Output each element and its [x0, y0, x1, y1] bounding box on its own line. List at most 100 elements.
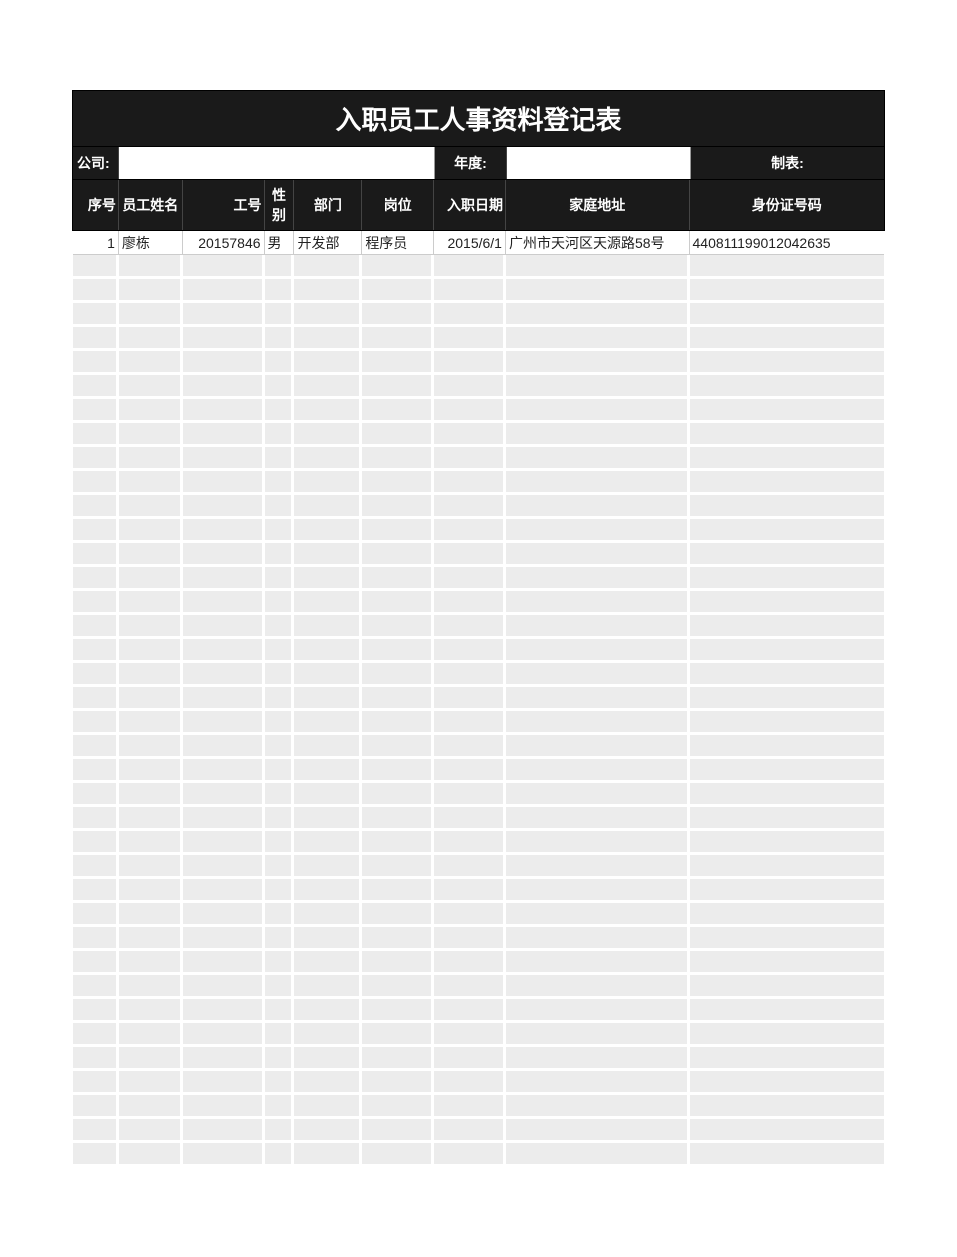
cell-gender[interactable] — [265, 1023, 295, 1047]
cell-dept[interactable] — [294, 591, 362, 615]
table-row[interactable] — [72, 1119, 885, 1143]
cell-seq[interactable] — [73, 711, 119, 735]
cell-seq[interactable] — [73, 615, 119, 639]
cell-gender[interactable] — [265, 1119, 295, 1143]
cell-pos[interactable] — [362, 543, 434, 567]
cell-empno[interactable] — [183, 1095, 265, 1119]
cell-pos[interactable] — [362, 1023, 434, 1047]
cell-seq[interactable] — [73, 279, 119, 303]
cell-name[interactable] — [119, 1095, 183, 1119]
cell-id[interactable] — [690, 399, 884, 423]
cell-id[interactable] — [690, 519, 884, 543]
cell-name[interactable] — [119, 447, 183, 471]
cell-date[interactable] — [434, 495, 506, 519]
cell-name[interactable] — [119, 279, 183, 303]
cell-pos[interactable] — [362, 399, 434, 423]
cell-gender[interactable] — [265, 495, 295, 519]
cell-pos[interactable] — [362, 303, 434, 327]
cell-dept[interactable] — [294, 1071, 362, 1095]
cell-empno[interactable] — [183, 735, 265, 759]
cell-date[interactable] — [434, 783, 506, 807]
cell-addr[interactable] — [506, 1119, 690, 1143]
cell-dept[interactable] — [294, 951, 362, 975]
table-row[interactable] — [72, 927, 885, 951]
cell-seq[interactable] — [73, 495, 119, 519]
cell-addr[interactable] — [506, 831, 690, 855]
cell-id[interactable] — [690, 975, 884, 999]
cell-addr[interactable] — [506, 927, 690, 951]
cell-pos[interactable] — [362, 735, 434, 759]
year-value[interactable] — [507, 147, 691, 179]
cell-id[interactable] — [690, 903, 884, 927]
cell-addr[interactable] — [506, 1047, 690, 1071]
cell-pos[interactable] — [362, 1119, 434, 1143]
cell-empno[interactable] — [183, 831, 265, 855]
cell-pos[interactable] — [362, 1071, 434, 1095]
cell-id[interactable] — [690, 711, 884, 735]
cell-name[interactable] — [119, 567, 183, 591]
cell-seq[interactable] — [73, 879, 119, 903]
cell-name[interactable] — [119, 351, 183, 375]
cell-seq[interactable] — [73, 663, 119, 687]
cell-gender[interactable] — [265, 447, 295, 471]
table-row[interactable] — [72, 1095, 885, 1119]
cell-addr[interactable] — [506, 519, 690, 543]
table-row[interactable] — [72, 543, 885, 567]
cell-dept[interactable] — [294, 375, 362, 399]
cell-date[interactable]: 2015/6/1 — [434, 231, 506, 255]
table-row[interactable] — [72, 999, 885, 1023]
cell-empno[interactable] — [183, 687, 265, 711]
cell-seq[interactable] — [73, 951, 119, 975]
cell-name[interactable] — [119, 543, 183, 567]
cell-id[interactable] — [690, 855, 884, 879]
cell-seq[interactable] — [73, 471, 119, 495]
cell-date[interactable] — [434, 447, 506, 471]
table-row[interactable] — [72, 327, 885, 351]
cell-id[interactable] — [690, 591, 884, 615]
cell-seq[interactable] — [73, 543, 119, 567]
cell-seq[interactable]: 1 — [73, 231, 119, 255]
table-row[interactable] — [72, 663, 885, 687]
cell-dept[interactable] — [294, 1047, 362, 1071]
cell-empno[interactable] — [183, 615, 265, 639]
cell-pos[interactable] — [362, 951, 434, 975]
cell-id[interactable] — [690, 687, 884, 711]
cell-gender[interactable] — [265, 663, 295, 687]
cell-id[interactable] — [690, 471, 884, 495]
cell-empno[interactable] — [183, 399, 265, 423]
cell-pos[interactable] — [362, 255, 434, 279]
cell-dept[interactable] — [294, 327, 362, 351]
cell-addr[interactable] — [506, 855, 690, 879]
cell-addr[interactable] — [506, 351, 690, 375]
cell-addr[interactable] — [506, 1095, 690, 1119]
cell-empno[interactable] — [183, 543, 265, 567]
cell-addr[interactable] — [506, 471, 690, 495]
cell-id[interactable] — [690, 759, 884, 783]
cell-name[interactable] — [119, 687, 183, 711]
cell-empno[interactable] — [183, 711, 265, 735]
cell-empno[interactable] — [183, 927, 265, 951]
table-row[interactable] — [72, 687, 885, 711]
cell-dept[interactable] — [294, 1023, 362, 1047]
cell-name[interactable] — [119, 519, 183, 543]
cell-name[interactable] — [119, 255, 183, 279]
cell-date[interactable] — [434, 711, 506, 735]
cell-gender[interactable] — [265, 687, 295, 711]
cell-date[interactable] — [434, 1071, 506, 1095]
cell-empno[interactable] — [183, 759, 265, 783]
cell-empno[interactable] — [183, 519, 265, 543]
table-row[interactable] — [72, 711, 885, 735]
cell-gender[interactable] — [265, 615, 295, 639]
table-row[interactable] — [72, 471, 885, 495]
table-row[interactable] — [72, 255, 885, 279]
table-row[interactable] — [72, 783, 885, 807]
cell-empno[interactable] — [183, 639, 265, 663]
cell-name[interactable] — [119, 375, 183, 399]
cell-seq[interactable] — [73, 975, 119, 999]
cell-empno[interactable] — [183, 375, 265, 399]
table-row[interactable] — [72, 1071, 885, 1095]
cell-seq[interactable] — [73, 855, 119, 879]
cell-empno[interactable] — [183, 471, 265, 495]
cell-id[interactable] — [690, 879, 884, 903]
cell-addr[interactable] — [506, 399, 690, 423]
